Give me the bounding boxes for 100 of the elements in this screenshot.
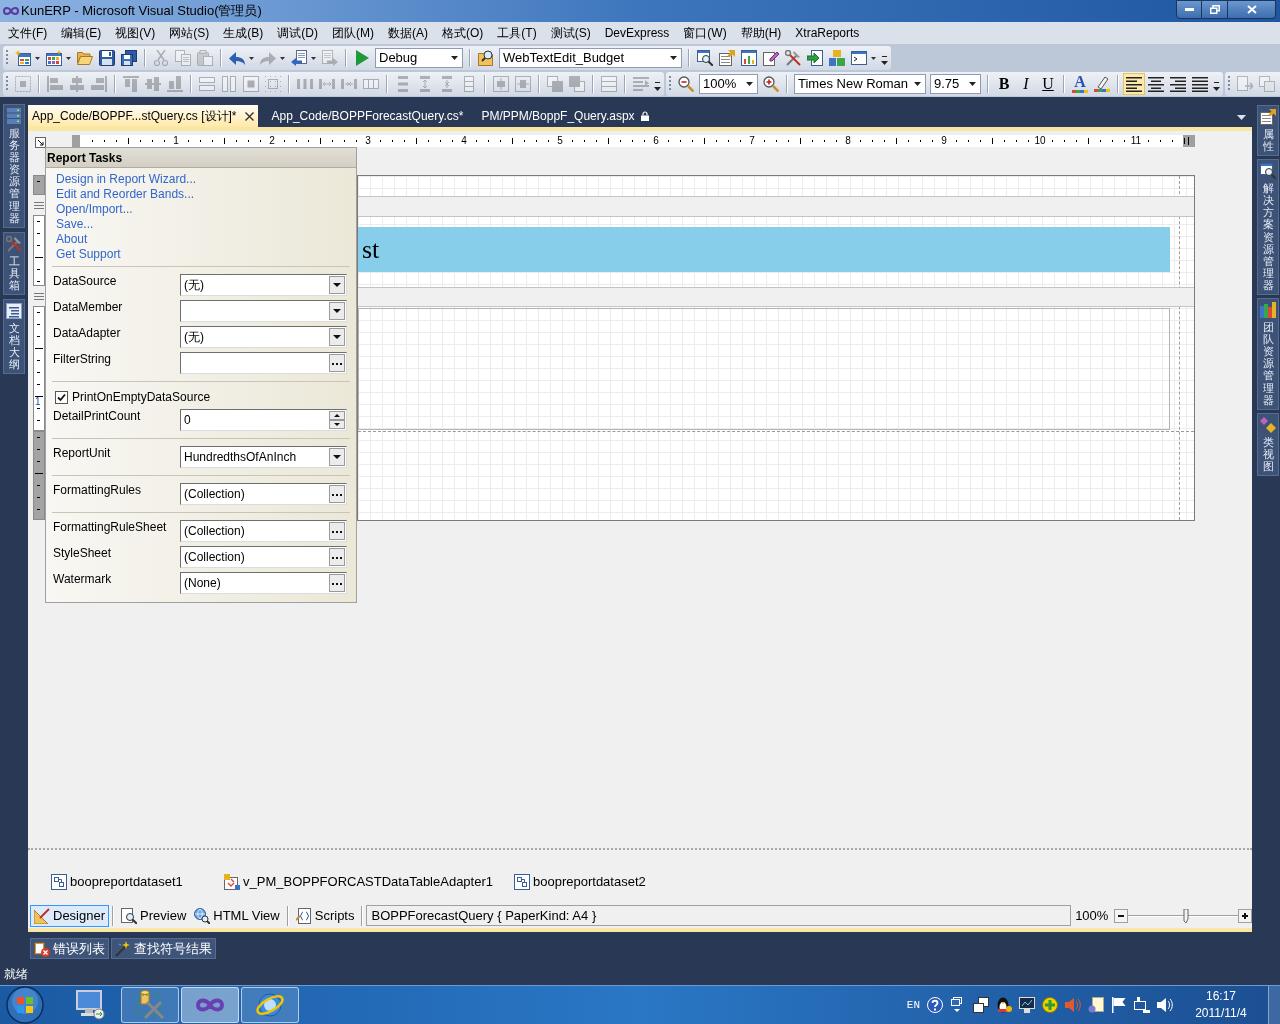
ellipsis-button-icon[interactable] <box>329 574 345 592</box>
view-tab[interactable]: Designer <box>30 904 110 927</box>
task-link[interactable]: Open/Import... <box>56 202 133 217</box>
text-field[interactable] <box>180 352 347 374</box>
spin-up-icon[interactable] <box>329 411 345 420</box>
window-search-icon[interactable] <box>1260 163 1276 180</box>
dock-tab[interactable]: 服务器资源管理器 <box>3 104 25 228</box>
menu-item[interactable]: 数据(A) <box>381 24 435 42</box>
zoom-in-icon[interactable] <box>763 76 779 92</box>
network-icon[interactable] <box>1134 997 1150 1013</box>
hammer-wrench-icon[interactable] <box>785 50 801 66</box>
magic-wand-icon[interactable] <box>115 940 131 957</box>
dropdown-field[interactable]: (无) <box>180 274 347 296</box>
grip-icon[interactable] <box>6 50 9 66</box>
restore-button[interactable] <box>1202 0 1228 19</box>
dropdown-field[interactable] <box>180 300 347 322</box>
minimize-icon[interactable] <box>1184 8 1194 11</box>
component-name[interactable]: v_PM_BOPPFORCASTDataTableAdapter1 <box>243 871 493 892</box>
project-dropdown[interactable]: WebTextEdit_Budget <box>499 48 682 68</box>
bold-button[interactable]: B <box>994 74 1014 94</box>
save-all-icon[interactable] <box>121 50 137 66</box>
document-pencil-icon[interactable] <box>763 50 779 66</box>
document-tab[interactable]: App_Code/BOPPForecastQuery.cs* <box>267 105 468 127</box>
minimize-button[interactable] <box>1176 0 1202 19</box>
lock-icon[interactable] <box>640 111 649 121</box>
dropdown-button-icon[interactable] <box>329 276 345 294</box>
grip-icon[interactable] <box>669 76 672 92</box>
taskbar-button[interactable] <box>181 987 239 1023</box>
start-orb-icon[interactable] <box>6 986 44 1024</box>
undo-icon[interactable] <box>229 50 245 66</box>
tool-window-tab[interactable]: 错误列表 <box>30 938 109 959</box>
new-project-icon[interactable] <box>15 50 31 66</box>
tool-window-tab[interactable]: 查找符号结果 <box>111 938 216 959</box>
task-link[interactable]: Get Support <box>56 247 121 262</box>
menu-item[interactable]: 窗口(W) <box>676 24 734 42</box>
menu-item[interactable]: 格式(O) <box>435 24 491 42</box>
align-text-left-icon[interactable] <box>1123 73 1145 95</box>
ellipsis-button-icon[interactable] <box>329 354 345 372</box>
menu-item[interactable]: DevExpress <box>597 24 677 42</box>
language-indicator[interactable]: EN <box>906 996 920 1014</box>
font-size-dropdown[interactable]: 9.75 <box>930 74 981 94</box>
document-arrows-icon[interactable] <box>224 873 240 890</box>
justify-text-icon[interactable] <box>1192 76 1208 92</box>
arrow-into-box-icon[interactable] <box>807 50 823 66</box>
open-folder-icon[interactable] <box>77 50 93 66</box>
penguin-icon[interactable] <box>996 997 1012 1013</box>
dropdown-arrow-icon[interactable] <box>451 56 458 60</box>
configuration-dropdown[interactable]: Debug <box>375 48 463 68</box>
spin-down-icon[interactable] <box>329 420 345 429</box>
font-color-button[interactable]: A <box>1070 73 1090 95</box>
dock-tab[interactable]: 文档大纲 <box>3 299 25 375</box>
plus-icon[interactable] <box>1238 908 1252 923</box>
dock-tab[interactable]: 团队资源管理器 <box>1257 298 1279 410</box>
italic-button[interactable]: I <box>1016 74 1036 94</box>
highlighter-icon[interactable] <box>1094 76 1110 92</box>
dropdown-arrow-icon[interactable] <box>969 82 976 86</box>
menu-item[interactable]: 生成(B) <box>216 24 271 42</box>
diagonal-arrow-icon[interactable] <box>35 137 46 148</box>
script-page-icon[interactable] <box>295 907 312 924</box>
menu-item[interactable]: 调试(D) <box>270 24 325 42</box>
caret-icon[interactable] <box>871 56 876 60</box>
menu-item[interactable]: XtraReports <box>788 24 867 42</box>
dropdown-button-icon[interactable] <box>329 302 345 320</box>
ellipsis-button-icon[interactable] <box>329 548 345 566</box>
overflow-icon[interactable] <box>1213 82 1220 93</box>
folder-search-icon[interactable] <box>478 50 494 66</box>
caret-icon[interactable] <box>311 56 316 60</box>
add-item-icon[interactable] <box>46 50 62 66</box>
linked-boxes-icon[interactable] <box>51 873 67 890</box>
text-field[interactable]: (Collection) <box>180 520 347 542</box>
number-field[interactable]: 0 <box>180 409 347 431</box>
save-icon[interactable] <box>99 50 115 66</box>
restore-icon[interactable] <box>1209 5 1220 14</box>
note-icon[interactable] <box>1088 997 1104 1013</box>
close-button[interactable] <box>1228 0 1276 19</box>
menu-item[interactable]: 网站(S) <box>162 24 217 42</box>
dock-tab[interactable]: 属性 <box>1257 105 1279 157</box>
server-icon[interactable] <box>6 108 22 124</box>
text-field[interactable]: (None) <box>180 572 347 594</box>
color-bar-icon[interactable] <box>1072 89 1088 93</box>
zoom-slider[interactable] <box>1128 908 1238 923</box>
menu-item[interactable]: 编辑(E) <box>54 24 109 42</box>
window-search-icon[interactable] <box>697 50 713 66</box>
dropdown-button-icon[interactable] <box>329 448 345 466</box>
ellipsis-button-icon[interactable] <box>329 485 345 503</box>
menu-item[interactable]: 工具(T) <box>490 24 544 42</box>
linked-boxes-icon[interactable] <box>514 873 530 890</box>
grip-icon[interactable] <box>6 76 9 92</box>
command-window-icon[interactable] <box>851 50 867 66</box>
stacked-windows-icon[interactable] <box>973 997 989 1013</box>
globe-magnifier-icon[interactable] <box>194 907 211 924</box>
align-text-center-icon[interactable] <box>1148 76 1164 92</box>
hammer-wrench-icon[interactable] <box>6 235 22 252</box>
taskbar-button[interactable] <box>121 987 179 1023</box>
align-text-right-icon[interactable] <box>1170 76 1186 92</box>
view-tab[interactable]: Scripts <box>291 904 359 927</box>
plus-circle-icon[interactable] <box>1042 997 1058 1013</box>
page-magnifier-icon[interactable] <box>121 907 138 924</box>
task-link[interactable]: About <box>56 232 88 247</box>
caret-icon[interactable] <box>249 56 254 60</box>
